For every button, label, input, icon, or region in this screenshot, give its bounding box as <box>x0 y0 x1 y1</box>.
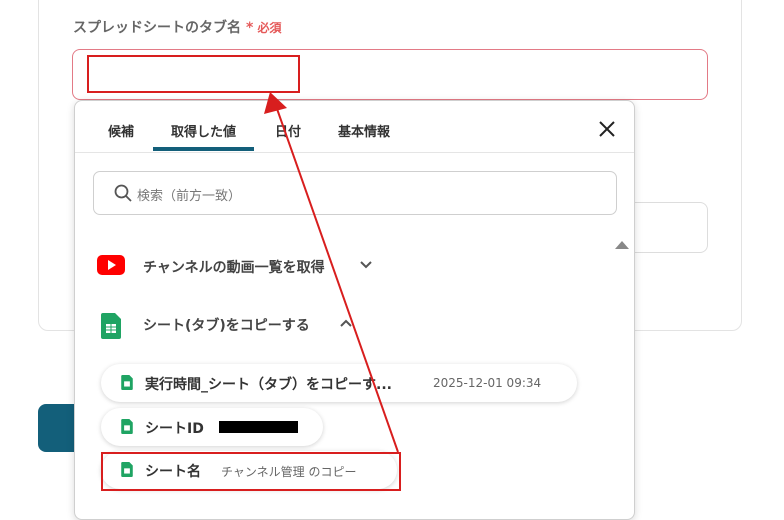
arrow-line <box>275 105 399 453</box>
arrow-head-icon <box>264 92 287 114</box>
annotation-arrow <box>264 92 399 453</box>
